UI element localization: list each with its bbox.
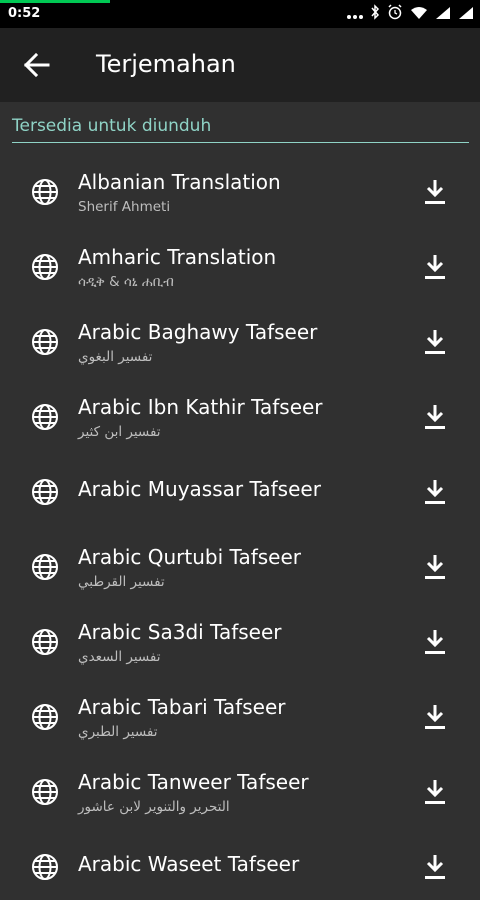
alarm-icon	[387, 4, 403, 24]
item-subtitle: تفسير القرطبي	[78, 574, 165, 590]
item-subtitle: تفسير البغوي	[78, 349, 153, 365]
item-title: Arabic Baghawy Tafseer	[78, 320, 318, 344]
item-title: Arabic Tanweer Tafseer	[78, 770, 309, 794]
list-item[interactable]: Arabic Qurtubi Tafseer تفسير القرطبي	[0, 525, 480, 600]
signal-icon-1	[435, 5, 451, 24]
back-button[interactable]	[20, 50, 54, 80]
item-title: Arabic Tabari Tafseer	[78, 695, 286, 719]
list-item[interactable]: Albanian Translation Sherif Ahmeti	[0, 150, 480, 225]
globe-icon	[31, 403, 59, 431]
item-subtitle: تفسير السعدي	[78, 649, 161, 665]
status-bar: 0:52	[0, 0, 480, 28]
item-subtitle: تفسير ابن كثير	[78, 424, 161, 440]
download-icon[interactable]	[422, 403, 448, 431]
list-item[interactable]: Amharic Translation ሳዲቅ & ሳኒ ሐቢብ	[0, 225, 480, 300]
translation-list: Albanian Translation Sherif Ahmeti Amharic…	[0, 150, 480, 900]
globe-icon	[31, 778, 59, 806]
bluetooth-icon	[370, 4, 380, 24]
item-title: Albanian Translation	[78, 170, 281, 194]
download-icon[interactable]	[422, 703, 448, 731]
globe-icon	[31, 628, 59, 656]
more-dots-icon	[347, 5, 363, 24]
list-item[interactable]: Arabic Ibn Kathir Tafseer تفسير ابن كثير	[0, 375, 480, 450]
status-icons	[347, 4, 474, 24]
item-subtitle: ሳዲቅ & ሳኒ ሐቢብ	[78, 274, 174, 290]
status-time: 0:52	[8, 6, 41, 21]
download-icon[interactable]	[422, 853, 448, 881]
download-progress-line	[0, 0, 110, 3]
globe-icon	[31, 703, 59, 731]
item-title: Arabic Qurtubi Tafseer	[78, 545, 301, 569]
globe-icon	[31, 478, 59, 506]
globe-icon	[31, 553, 59, 581]
wifi-icon	[410, 5, 428, 24]
globe-icon	[31, 328, 59, 356]
globe-icon	[31, 253, 59, 281]
download-icon[interactable]	[422, 328, 448, 356]
download-icon[interactable]	[422, 178, 448, 206]
list-item[interactable]: Arabic Muyassar Tafseer	[0, 450, 480, 525]
page-title: Terjemahan	[96, 50, 236, 78]
download-icon[interactable]	[422, 478, 448, 506]
list-item[interactable]: Arabic Baghawy Tafseer تفسير البغوي	[0, 300, 480, 375]
app-bar: Terjemahan	[0, 28, 480, 102]
list-item[interactable]: Arabic Tanweer Tafseer التحرير والتنوير ل…	[0, 750, 480, 825]
item-title: Arabic Sa3di Tafseer	[78, 620, 282, 644]
globe-icon	[31, 178, 59, 206]
item-title: Arabic Ibn Kathir Tafseer	[78, 395, 323, 419]
download-icon[interactable]	[422, 628, 448, 656]
download-icon[interactable]	[422, 553, 448, 581]
list-item[interactable]: Arabic Tabari Tafseer تفسير الطبري	[0, 675, 480, 750]
item-title: Arabic Waseet Tafseer	[78, 852, 300, 876]
signal-icon-2	[458, 5, 474, 24]
item-subtitle: Sherif Ahmeti	[78, 199, 171, 215]
globe-icon	[31, 853, 59, 881]
list-item[interactable]: Arabic Sa3di Tafseer تفسير السعدي	[0, 600, 480, 675]
item-title: Amharic Translation	[78, 245, 277, 269]
download-icon[interactable]	[422, 778, 448, 806]
item-title: Arabic Muyassar Tafseer	[78, 477, 321, 501]
list-item[interactable]: Arabic Waseet Tafseer	[0, 825, 480, 900]
download-icon[interactable]	[422, 253, 448, 281]
section-divider	[12, 142, 469, 143]
section-header: Tersedia untuk diunduh	[12, 116, 212, 136]
item-subtitle: التحرير والتنوير لابن عاشور	[78, 799, 230, 815]
arrow-back-icon	[23, 52, 50, 78]
item-subtitle: تفسير الطبري	[78, 724, 158, 740]
